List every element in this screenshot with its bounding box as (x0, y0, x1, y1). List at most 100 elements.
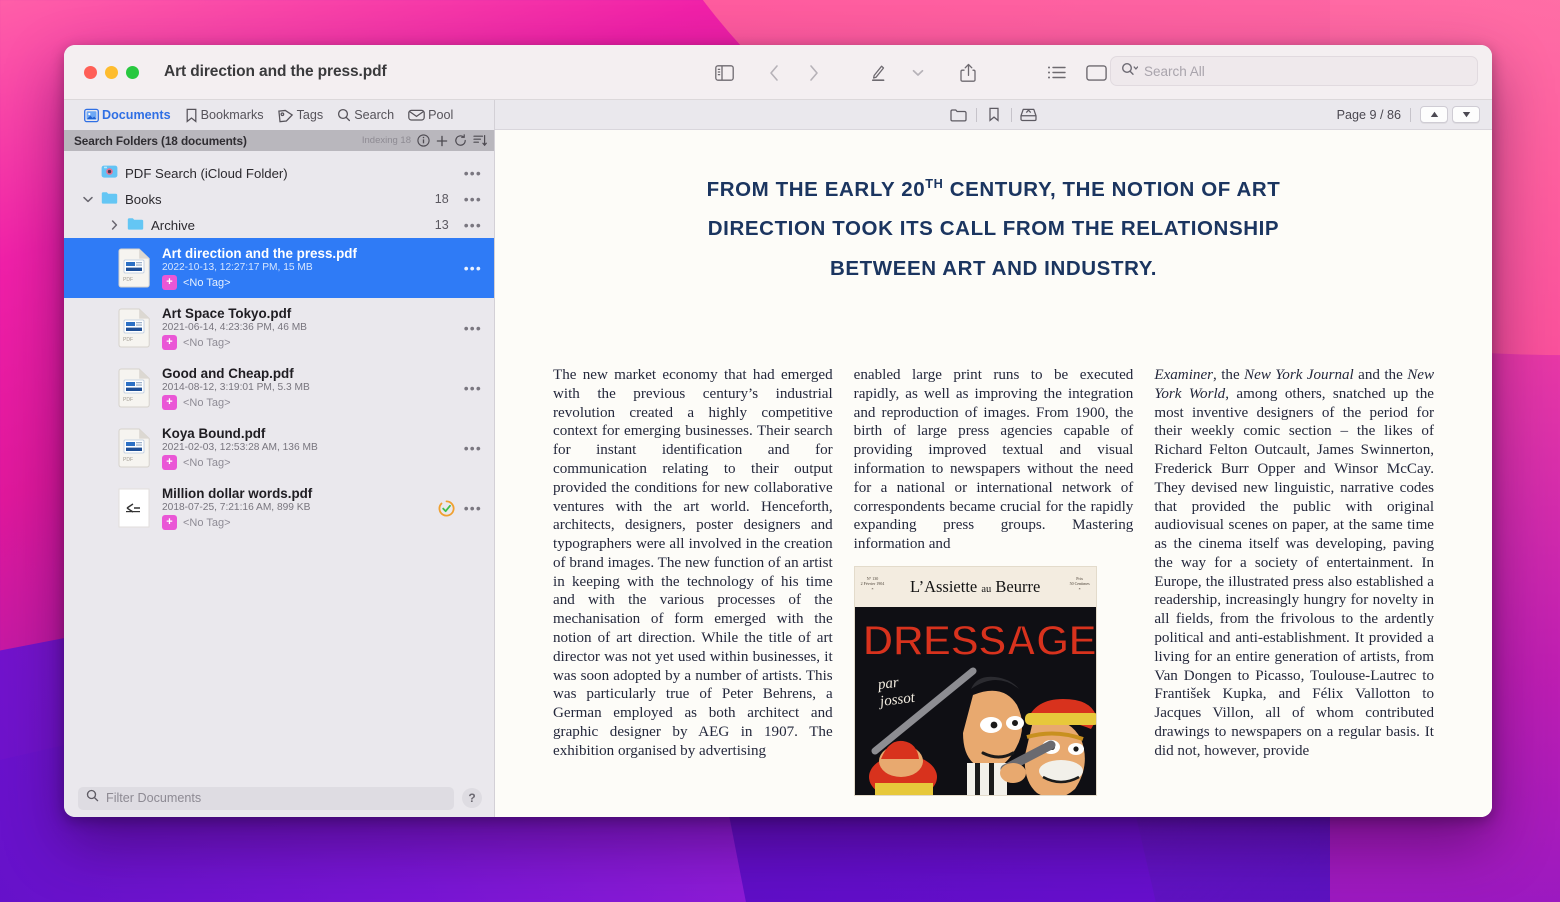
figure-magazine-cover: N° 130 2 Février 1904 * L’Assiette au Beur… (853, 565, 1134, 796)
close-button[interactable] (84, 65, 97, 79)
document-list: PDF Art direction and the press.pdf 2022… (64, 238, 494, 779)
bookmark-icon (185, 108, 198, 123)
window-body: Documents Bookmarks Tags Search Pool Sea… (64, 100, 1492, 817)
pdf-page[interactable]: From the early 20th century, the notion … (495, 130, 1492, 817)
page-heading-line1b: century, the notion (943, 178, 1195, 201)
cover-illustration (868, 667, 1096, 795)
sidebar: Documents Bookmarks Tags Search Pool Sea… (64, 100, 495, 817)
page-columns: The new market economy that had emerged … (553, 366, 1434, 796)
disclosure-collapsed-icon[interactable] (108, 220, 120, 230)
document-more-button[interactable]: ••• (464, 261, 482, 275)
page-column-2: enabled large print runs to be executed … (853, 366, 1134, 796)
filter-bar: Filter Documents ? (64, 779, 494, 817)
sidebar-tab-pool-label: Pool (428, 108, 454, 122)
svg-text:PDF: PDF (123, 337, 133, 343)
column-3-plain-2: and the (1353, 367, 1408, 384)
document-tag: <No Tag> (183, 456, 231, 469)
tree-item-more-button[interactable]: ••• (464, 192, 482, 206)
indexing-status: Indexing 18 (361, 135, 411, 146)
document-tag: <No Tag> (183, 336, 231, 349)
sidebar-toggle-icon[interactable] (704, 56, 744, 90)
document-name: Million dollar words.pdf (162, 486, 313, 501)
svg-text:PDF: PDF (123, 277, 133, 283)
forward-button[interactable] (794, 56, 834, 90)
bookmark-icon[interactable] (977, 104, 1011, 126)
list-item[interactable]: PDF Art Space Tokyo.pdf 2021-06-14, 4:23… (64, 298, 494, 358)
document-more-button[interactable]: ••• (464, 321, 482, 335)
folder-icon[interactable] (942, 104, 976, 126)
documents-icon (84, 108, 99, 123)
add-tag-button[interactable]: + (162, 395, 177, 410)
list-item[interactable]: PDF Art direction and the press.pdf 2022… (64, 238, 494, 298)
sidebar-tab-pool[interactable]: Pool (408, 108, 453, 122)
disclosure-expanded-icon[interactable] (82, 196, 94, 203)
zoom-button[interactable] (126, 65, 139, 79)
markup-menu-chevron-down-icon[interactable] (898, 56, 938, 90)
document-name: Koya Bound.pdf (162, 426, 266, 441)
column-3-plain-3: , among others, snatched up the most inv… (1154, 385, 1435, 759)
document-tag: <No Tag> (183, 396, 231, 409)
sidebar-tab-documents-label: Documents (102, 108, 171, 122)
search-folders-title: Search Folders (18 documents) (74, 133, 247, 148)
search-input[interactable]: Search All (1110, 56, 1478, 86)
add-tag-button[interactable]: + (162, 335, 177, 350)
cover-masthead-small: au (981, 583, 992, 595)
plus-icon[interactable] (436, 135, 448, 147)
sidebar-tabs: Documents Bookmarks Tags Search Pool (64, 100, 494, 130)
window-title: Art direction and the press.pdf (164, 63, 387, 80)
document-name: Art Space Tokyo.pdf (162, 306, 292, 321)
document-tag: <No Tag> (183, 276, 231, 289)
help-button[interactable]: ? (462, 788, 482, 808)
inbox-icon[interactable] (1012, 104, 1046, 126)
pdf-file-icon: PDF (116, 367, 152, 409)
share-icon[interactable] (948, 56, 988, 90)
folder-icon (101, 191, 118, 208)
document-more-button[interactable]: ••• (464, 501, 482, 515)
document-more-button[interactable]: ••• (464, 441, 482, 455)
list-item[interactable]: PDF Koya Bound.pdf 2021-02-03, 12:53:28 … (64, 418, 494, 478)
add-tag-button[interactable]: + (162, 275, 177, 290)
cover-side-text-right: Prix 50 Centimes * (1069, 575, 1090, 593)
filter-input[interactable]: Filter Documents (78, 786, 454, 810)
list-item[interactable]: Million dollar words.pdf 2018-07-25, 7:2… (64, 478, 494, 538)
pdf-file-icon: PDF (116, 427, 152, 469)
icloud-folder-icon (101, 164, 118, 182)
magazine-cover-image: N° 130 2 Février 1904 * L’Assiette au Beur… (853, 565, 1097, 796)
sort-icon[interactable] (473, 134, 487, 147)
minimize-button[interactable] (105, 65, 118, 79)
list-view-icon[interactable] (1036, 56, 1076, 90)
search-placeholder: Search All (1144, 63, 1205, 79)
add-tag-button[interactable]: + (162, 455, 177, 470)
tree-item-count: 18 (434, 192, 449, 206)
document-meta: 2014-08-12, 3:19:01 PM, 5.3 MB (162, 382, 310, 393)
tree-item-books[interactable]: Books 18 ••• (64, 186, 494, 212)
cover-headline: DRESSAGE (862, 616, 1097, 666)
folder-tree: PDF Search (iCloud Folder) ••• Books 18 … (64, 151, 494, 238)
list-item[interactable]: PDF Good and Cheap.pdf 2014-08-12, 3:19:… (64, 358, 494, 418)
sidebar-tab-search[interactable]: Search (337, 108, 394, 122)
refresh-icon[interactable] (454, 134, 467, 147)
pdf-app-window: Art direction and the press.pdf Search A… (64, 45, 1492, 817)
tree-item-more-button[interactable]: ••• (464, 166, 482, 180)
document-toolbar: Page 9 / 86 (495, 100, 1492, 130)
tree-item-pdf-search[interactable]: PDF Search (iCloud Folder) ••• (64, 160, 494, 186)
sidebar-tab-bookmarks[interactable]: Bookmarks (185, 108, 264, 123)
pdf-file-icon: PDF (116, 247, 152, 289)
tree-item-archive[interactable]: Archive 13 ••• (64, 212, 494, 238)
sidebar-tab-documents[interactable]: Documents (84, 108, 171, 123)
info-icon[interactable] (417, 134, 430, 147)
back-button[interactable] (754, 56, 794, 90)
column-3-italic-2: New York Journal (1244, 367, 1354, 384)
sidebar-tab-bookmarks-label: Bookmarks (200, 108, 264, 122)
sidebar-tab-tags[interactable]: Tags (277, 108, 323, 123)
column-3-plain-1: , the (1213, 367, 1245, 384)
document-more-button[interactable]: ••• (464, 381, 482, 395)
search-icon (1121, 62, 1139, 81)
cover-artwork: DRESSAGE par jossot (854, 606, 1097, 795)
search-icon (337, 108, 351, 122)
add-tag-button[interactable]: + (162, 515, 177, 530)
markup-pencil-icon[interactable] (858, 56, 898, 90)
tree-item-more-button[interactable]: ••• (464, 218, 482, 232)
folder-icon (127, 217, 144, 234)
document-toolbar-center (495, 104, 1492, 126)
